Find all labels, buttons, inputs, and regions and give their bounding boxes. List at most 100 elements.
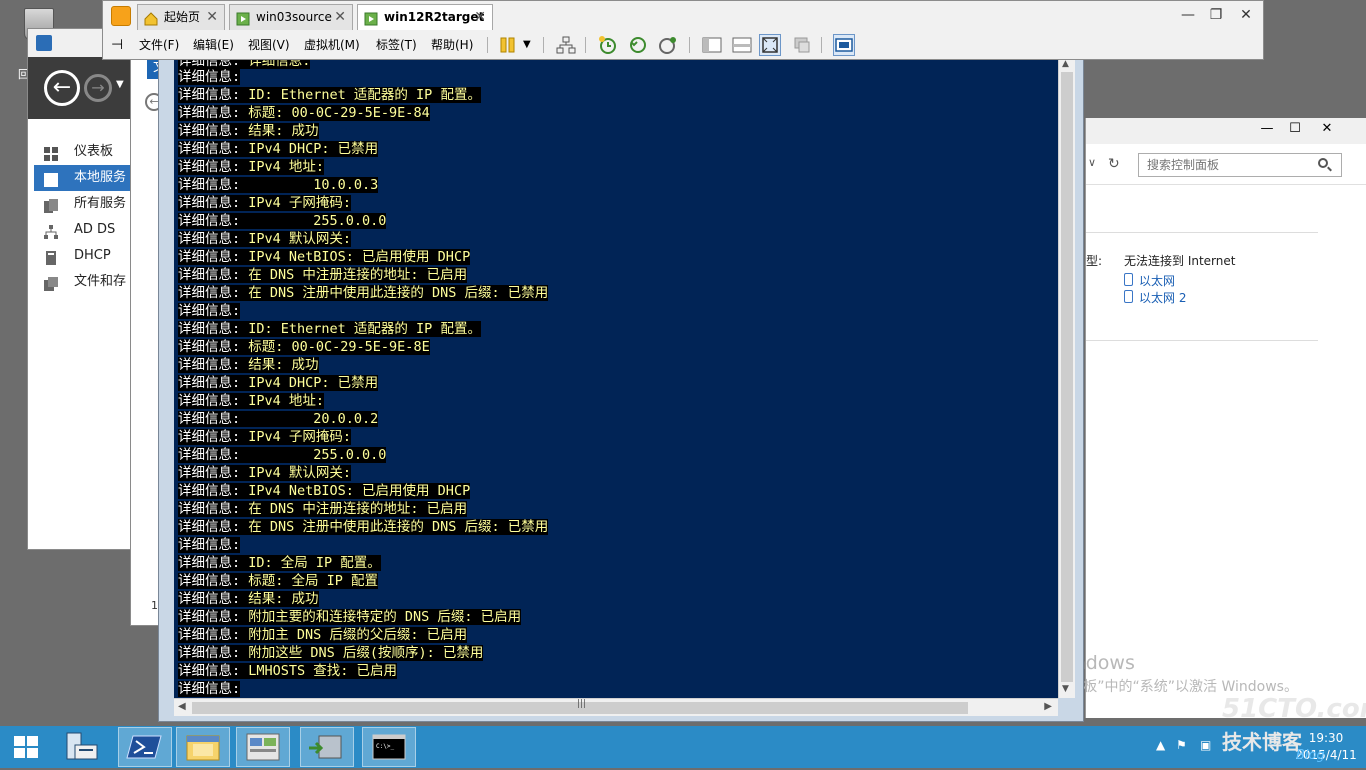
pin-icon[interactable]: ⊣	[111, 35, 123, 55]
menu-edit[interactable]: 编辑(E)	[193, 35, 234, 55]
dhcp-icon	[44, 249, 58, 265]
tab-label: 起始页	[164, 10, 201, 24]
watermark-tagline: 技术博客	[1222, 730, 1302, 754]
connection-type-label: 型:	[1086, 254, 1103, 268]
chevron-down-icon[interactable]: ▼	[523, 35, 531, 55]
console-line: 详细信息: 标题: 00-0C-29-5E-9E-8E	[178, 339, 430, 355]
search-icon[interactable]	[1318, 158, 1328, 168]
watermark-site: 51CTO.com	[1222, 694, 1366, 724]
scroll-thumb[interactable]	[1061, 72, 1073, 682]
horizontal-scrollbar[interactable]: ◀ ||| ▶	[174, 698, 1058, 716]
console-line: 详细信息: 标题: 00-0C-29-5E-9E-84	[178, 105, 430, 121]
tab-home[interactable]: 起始页 ✕	[137, 4, 225, 30]
tab-win12r2target[interactable]: win12R2target ✕	[357, 4, 493, 30]
scroll-up-icon[interactable]: ▲	[1062, 59, 1069, 69]
vmware-logo-icon[interactable]	[111, 6, 131, 26]
snapshot-icon[interactable]	[597, 34, 619, 56]
console-line: 详细信息: 附加这些 DNS 后缀(按顺序): 已禁用	[178, 645, 484, 661]
file-storage-icon	[44, 275, 58, 291]
back-button[interactable]: ←	[44, 70, 80, 106]
console-line: 详细信息: IPv4 默认网关:	[178, 465, 352, 481]
close-tab-icon[interactable]: ✕	[206, 5, 218, 29]
console-line: 详细信息: 结果: 成功	[178, 357, 319, 373]
chevron-down-icon[interactable]: ∨	[1088, 156, 1096, 169]
divider	[1086, 232, 1318, 233]
menu-view[interactable]: 视图(V)	[248, 35, 290, 55]
pause-icon[interactable]	[497, 34, 519, 56]
menu-help[interactable]: 帮助(H)	[431, 35, 473, 55]
vmware-window: 起始页 ✕ win03source ✕ win12R2target ✕ — ❐ …	[102, 0, 1264, 60]
ethernet-link[interactable]: 以太网	[1124, 272, 1175, 289]
minimize-button[interactable]: —	[1254, 120, 1280, 140]
vmware-menubar: ⊣ 文件(F) 编辑(E) 视图(V) 虚拟机(M) 标签(T) 帮助(H) ▼	[103, 31, 1263, 59]
unity-icon[interactable]	[791, 34, 813, 56]
menu-vm[interactable]: 虚拟机(M)	[304, 35, 360, 55]
taskbar-tools[interactable]	[300, 727, 354, 767]
console-line: 详细信息: IPv4 NetBIOS: 已启用使用 DHCP	[178, 483, 471, 499]
tab-win03source[interactable]: win03source ✕	[229, 4, 353, 30]
taskbar-cmd[interactable]: C:\>_	[362, 727, 416, 767]
scroll-right-icon[interactable]: ▶	[1044, 701, 1052, 712]
console-line: 详细信息: 附加主要的和连接特定的 DNS 后缀: 已启用	[178, 609, 522, 625]
close-tab-icon[interactable]: ✕	[334, 5, 346, 29]
console-line: 详细信息: 在 DNS 注册中使用此连接的 DNS 后缀: 已禁用	[178, 285, 549, 301]
fullscreen-icon[interactable]	[759, 34, 781, 56]
restore-button[interactable]: ❐	[1203, 5, 1229, 27]
tray-chevron-icon[interactable]: ▲	[1156, 738, 1165, 752]
console-line: 详细信息: 在 DNS 注册中使用此连接的 DNS 后缀: 已禁用	[178, 519, 549, 535]
scroll-down-icon[interactable]: ▼	[1062, 684, 1069, 694]
powershell-icon	[126, 735, 162, 759]
console-line: 详细信息: IPv4 DHCP: 已禁用	[178, 375, 379, 391]
taskbar: C:\>_ ▲ ⚑ ▣ 19:30 2015/4/11	[0, 726, 1366, 768]
svg-text:C:\>_: C:\>_	[376, 743, 394, 750]
tray-network-icon[interactable]: ▣	[1200, 738, 1211, 752]
thumbnail-view-icon[interactable]	[833, 34, 855, 56]
minimize-button[interactable]: —	[1175, 5, 1201, 27]
console-line: 详细信息: IPv4 子网掩码:	[178, 195, 352, 211]
taskbar-network-center[interactable]	[236, 727, 290, 767]
console-line: 详细信息: LMHOSTS 查找: 已启用	[178, 663, 398, 679]
snapshot-manager-icon[interactable]	[657, 34, 679, 56]
restore-button[interactable]: ☐	[1282, 120, 1308, 140]
network-icon[interactable]	[555, 34, 577, 56]
tools-icon	[309, 735, 342, 759]
vm-icon	[364, 10, 378, 26]
console-view-icon[interactable]	[731, 34, 753, 56]
tab-label: win03source	[256, 10, 332, 24]
close-button[interactable]: ✕	[1314, 120, 1340, 140]
toolbar-separator	[487, 37, 488, 53]
ethernet-2-link[interactable]: 以太网 2	[1124, 289, 1186, 306]
taskbar-powershell[interactable]	[118, 727, 172, 767]
tray-flag-icon[interactable]: ⚑	[1176, 738, 1187, 752]
close-tab-icon[interactable]: ✕	[474, 5, 486, 29]
taskbar-server-manager[interactable]	[54, 727, 108, 767]
toolbar-separator	[821, 37, 822, 53]
menu-file[interactable]: 文件(F)	[139, 35, 179, 55]
console-line: 详细信息: 结果: 成功	[178, 591, 319, 607]
search-input[interactable]	[1138, 153, 1342, 177]
close-button[interactable]: ✕	[1233, 5, 1259, 27]
sidebar-view-icon[interactable]	[701, 34, 723, 56]
console-output[interactable]: 详细信息: 详细信息: 详细信息: 详细信息: ID: Ethernet 适配器的 …	[174, 58, 1058, 698]
toolbar-separator	[689, 37, 690, 53]
network-window-titlebar: — ☐ ✕	[1086, 118, 1366, 144]
dashboard-icon	[44, 145, 58, 161]
active-indicator	[34, 165, 38, 191]
toolbar-separator	[543, 37, 544, 53]
menu-tabs[interactable]: 标签(T)	[376, 35, 417, 55]
nav-dropdown-icon[interactable]: ▼	[116, 79, 124, 90]
console-line: 详细信息: 在 DNS 中注册连接的地址: 已启用	[178, 267, 468, 283]
network-center-icon	[246, 733, 280, 761]
refresh-icon[interactable]: ↻	[1108, 156, 1120, 172]
explorer-page-number: 1	[151, 599, 158, 612]
start-button[interactable]	[0, 726, 52, 768]
taskbar-file-explorer[interactable]	[176, 727, 230, 767]
revert-snapshot-icon[interactable]	[627, 34, 649, 56]
console-line: 详细信息: IPv4 默认网关:	[178, 231, 352, 247]
vertical-scrollbar[interactable]: ▲ ▼	[1058, 58, 1075, 698]
scroll-left-icon[interactable]: ◀	[178, 701, 186, 712]
folder-icon	[186, 735, 220, 761]
sidebar-item-label: DHCP	[74, 248, 111, 263]
divider	[1086, 340, 1318, 341]
forward-button[interactable]: →	[84, 74, 112, 102]
